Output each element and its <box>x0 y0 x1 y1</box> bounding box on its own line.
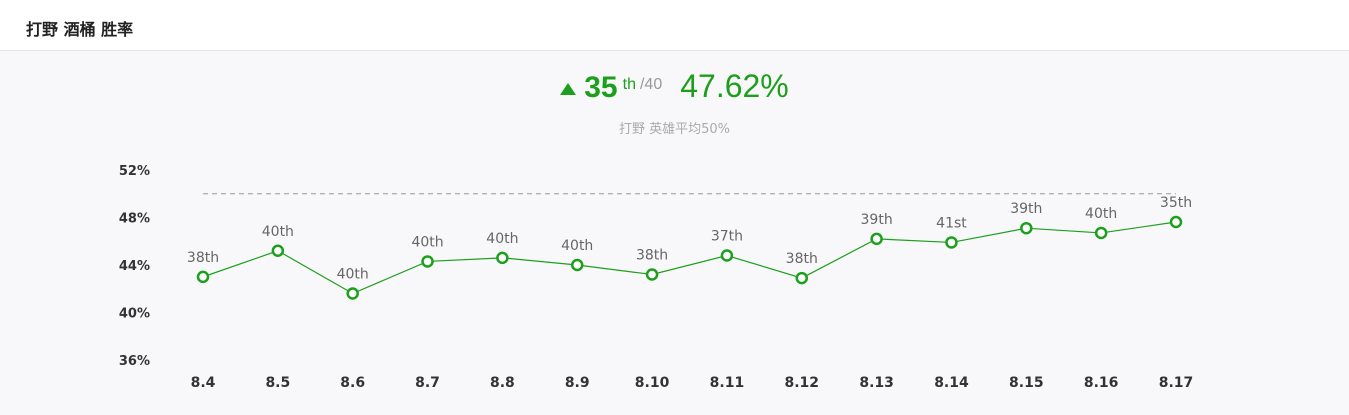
x-tick-label: 8.7 <box>415 375 440 391</box>
y-tick-label: 48% <box>119 212 150 227</box>
data-point <box>720 249 734 262</box>
x-tick-label: 8.17 <box>1159 375 1194 391</box>
x-tick-label: 8.11 <box>710 375 745 391</box>
data-label: 37th <box>711 229 743 245</box>
data-point <box>196 270 210 284</box>
data-label: 40th <box>1085 206 1117 222</box>
data-point <box>271 244 285 257</box>
data-label: 38th <box>636 248 668 264</box>
x-tick-label: 8.12 <box>784 375 819 391</box>
data-label: 40th <box>262 224 294 240</box>
data-label: 38th <box>786 251 818 267</box>
data-label: 40th <box>486 231 518 247</box>
x-tick-label: 8.5 <box>265 375 290 391</box>
data-label: 39th <box>1010 201 1042 217</box>
x-tick-label: 8.6 <box>340 375 365 391</box>
data-label: 40th <box>411 234 443 250</box>
x-tick-label: 8.14 <box>934 375 969 391</box>
data-point <box>1094 226 1108 240</box>
x-tick-label: 8.8 <box>490 375 515 391</box>
data-point <box>645 268 659 281</box>
data-label: 41st <box>936 215 967 231</box>
x-tick-label: 8.9 <box>565 375 590 391</box>
x-tick-label: 8.4 <box>191 375 216 391</box>
data-point <box>945 236 958 249</box>
winrate-panel: 打野 酒桶 胜率 35 th /40 47.62% 打野 英雄平均50% 52%… <box>0 0 1349 415</box>
y-tick-label: 52% <box>119 164 150 179</box>
data-label: 35th <box>1160 195 1192 211</box>
data-point <box>570 258 584 272</box>
winrate-line-chart: 52% 48% 44% 40% 36% 8.4 8.5 8.6 8.7 8.8 8.9 8.10 8.1… <box>119 164 1194 391</box>
y-tick-label: 44% <box>119 259 150 274</box>
data-point <box>1169 215 1183 229</box>
y-tick-label: 36% <box>119 354 150 369</box>
data-point <box>795 271 809 285</box>
data-point <box>346 287 359 300</box>
data-label: 39th <box>861 212 893 228</box>
x-tick-label: 8.10 <box>635 375 670 391</box>
data-point <box>421 255 434 268</box>
y-tick-label: 40% <box>119 307 150 322</box>
data-point <box>496 251 509 265</box>
data-point <box>870 232 883 246</box>
data-label: 40th <box>337 267 369 283</box>
data-label: 38th <box>187 250 219 266</box>
x-tick-label: 8.13 <box>859 375 894 391</box>
x-tick-label: 8.16 <box>1084 375 1119 391</box>
data-label: 40th <box>561 238 593 254</box>
data-point <box>1020 221 1033 235</box>
x-tick-label: 8.15 <box>1009 375 1044 391</box>
